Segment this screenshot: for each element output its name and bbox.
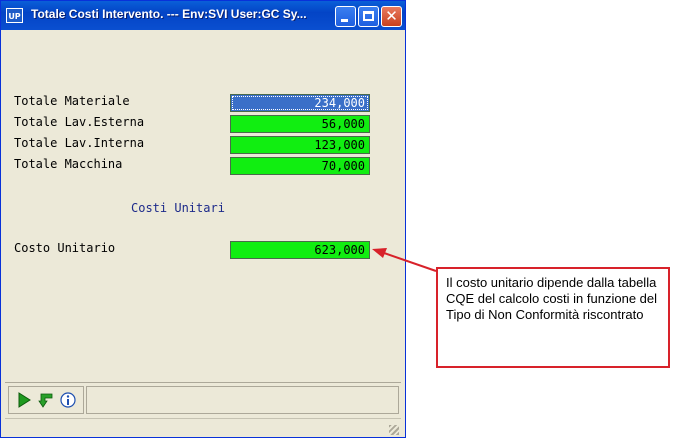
play-icon[interactable] xyxy=(16,392,32,408)
label-costo-unitario: Costo Unitario xyxy=(14,241,116,255)
annotation-callout: Il costo unitario dipende dalla tabella … xyxy=(436,267,670,368)
field-totale-macchina[interactable]: 70,000 xyxy=(230,157,370,175)
close-button[interactable]: ✕ xyxy=(381,6,402,27)
app-icon[interactable]: UP xyxy=(6,8,23,23)
maximize-button[interactable] xyxy=(358,6,379,27)
label-totale-materiale: Totale Materiale xyxy=(14,94,130,108)
minimize-button[interactable] xyxy=(335,6,356,27)
form-area: Totale Materiale 234,000 Totale Lav.Este… xyxy=(5,31,401,381)
title-bar[interactable]: UP Totale Costi Intervento. --- Env:SVI … xyxy=(1,1,405,30)
field-totale-lav-interna[interactable]: 123,000 xyxy=(230,136,370,154)
status-bar xyxy=(5,418,401,437)
toolbar-empty-area xyxy=(86,386,399,414)
label-totale-macchina: Totale Macchina xyxy=(14,157,123,171)
refresh-arrow-icon[interactable] xyxy=(38,392,54,408)
field-totale-lav-esterna[interactable]: 56,000 xyxy=(230,115,370,133)
field-totale-materiale[interactable]: 234,000 xyxy=(230,94,370,112)
window-title: Totale Costi Intervento. --- Env:SVI Use… xyxy=(31,7,307,21)
label-totale-lav-esterna: Totale Lav.Esterna xyxy=(14,115,145,129)
toolbar-button-group xyxy=(8,386,84,414)
application-window: UP Totale Costi Intervento. --- Env:SVI … xyxy=(0,0,406,438)
maximize-icon xyxy=(363,11,374,21)
resize-grip-icon[interactable] xyxy=(389,425,399,435)
field-costo-unitario[interactable]: 623,000 xyxy=(230,241,370,259)
close-icon: ✕ xyxy=(385,7,398,25)
bottom-toolbar xyxy=(5,382,401,417)
label-totale-lav-interna: Totale Lav.Interna xyxy=(14,136,145,150)
info-icon[interactable] xyxy=(60,392,76,408)
section-title-costi-unitari: Costi Unitari xyxy=(131,201,225,215)
minimize-icon xyxy=(341,19,348,22)
